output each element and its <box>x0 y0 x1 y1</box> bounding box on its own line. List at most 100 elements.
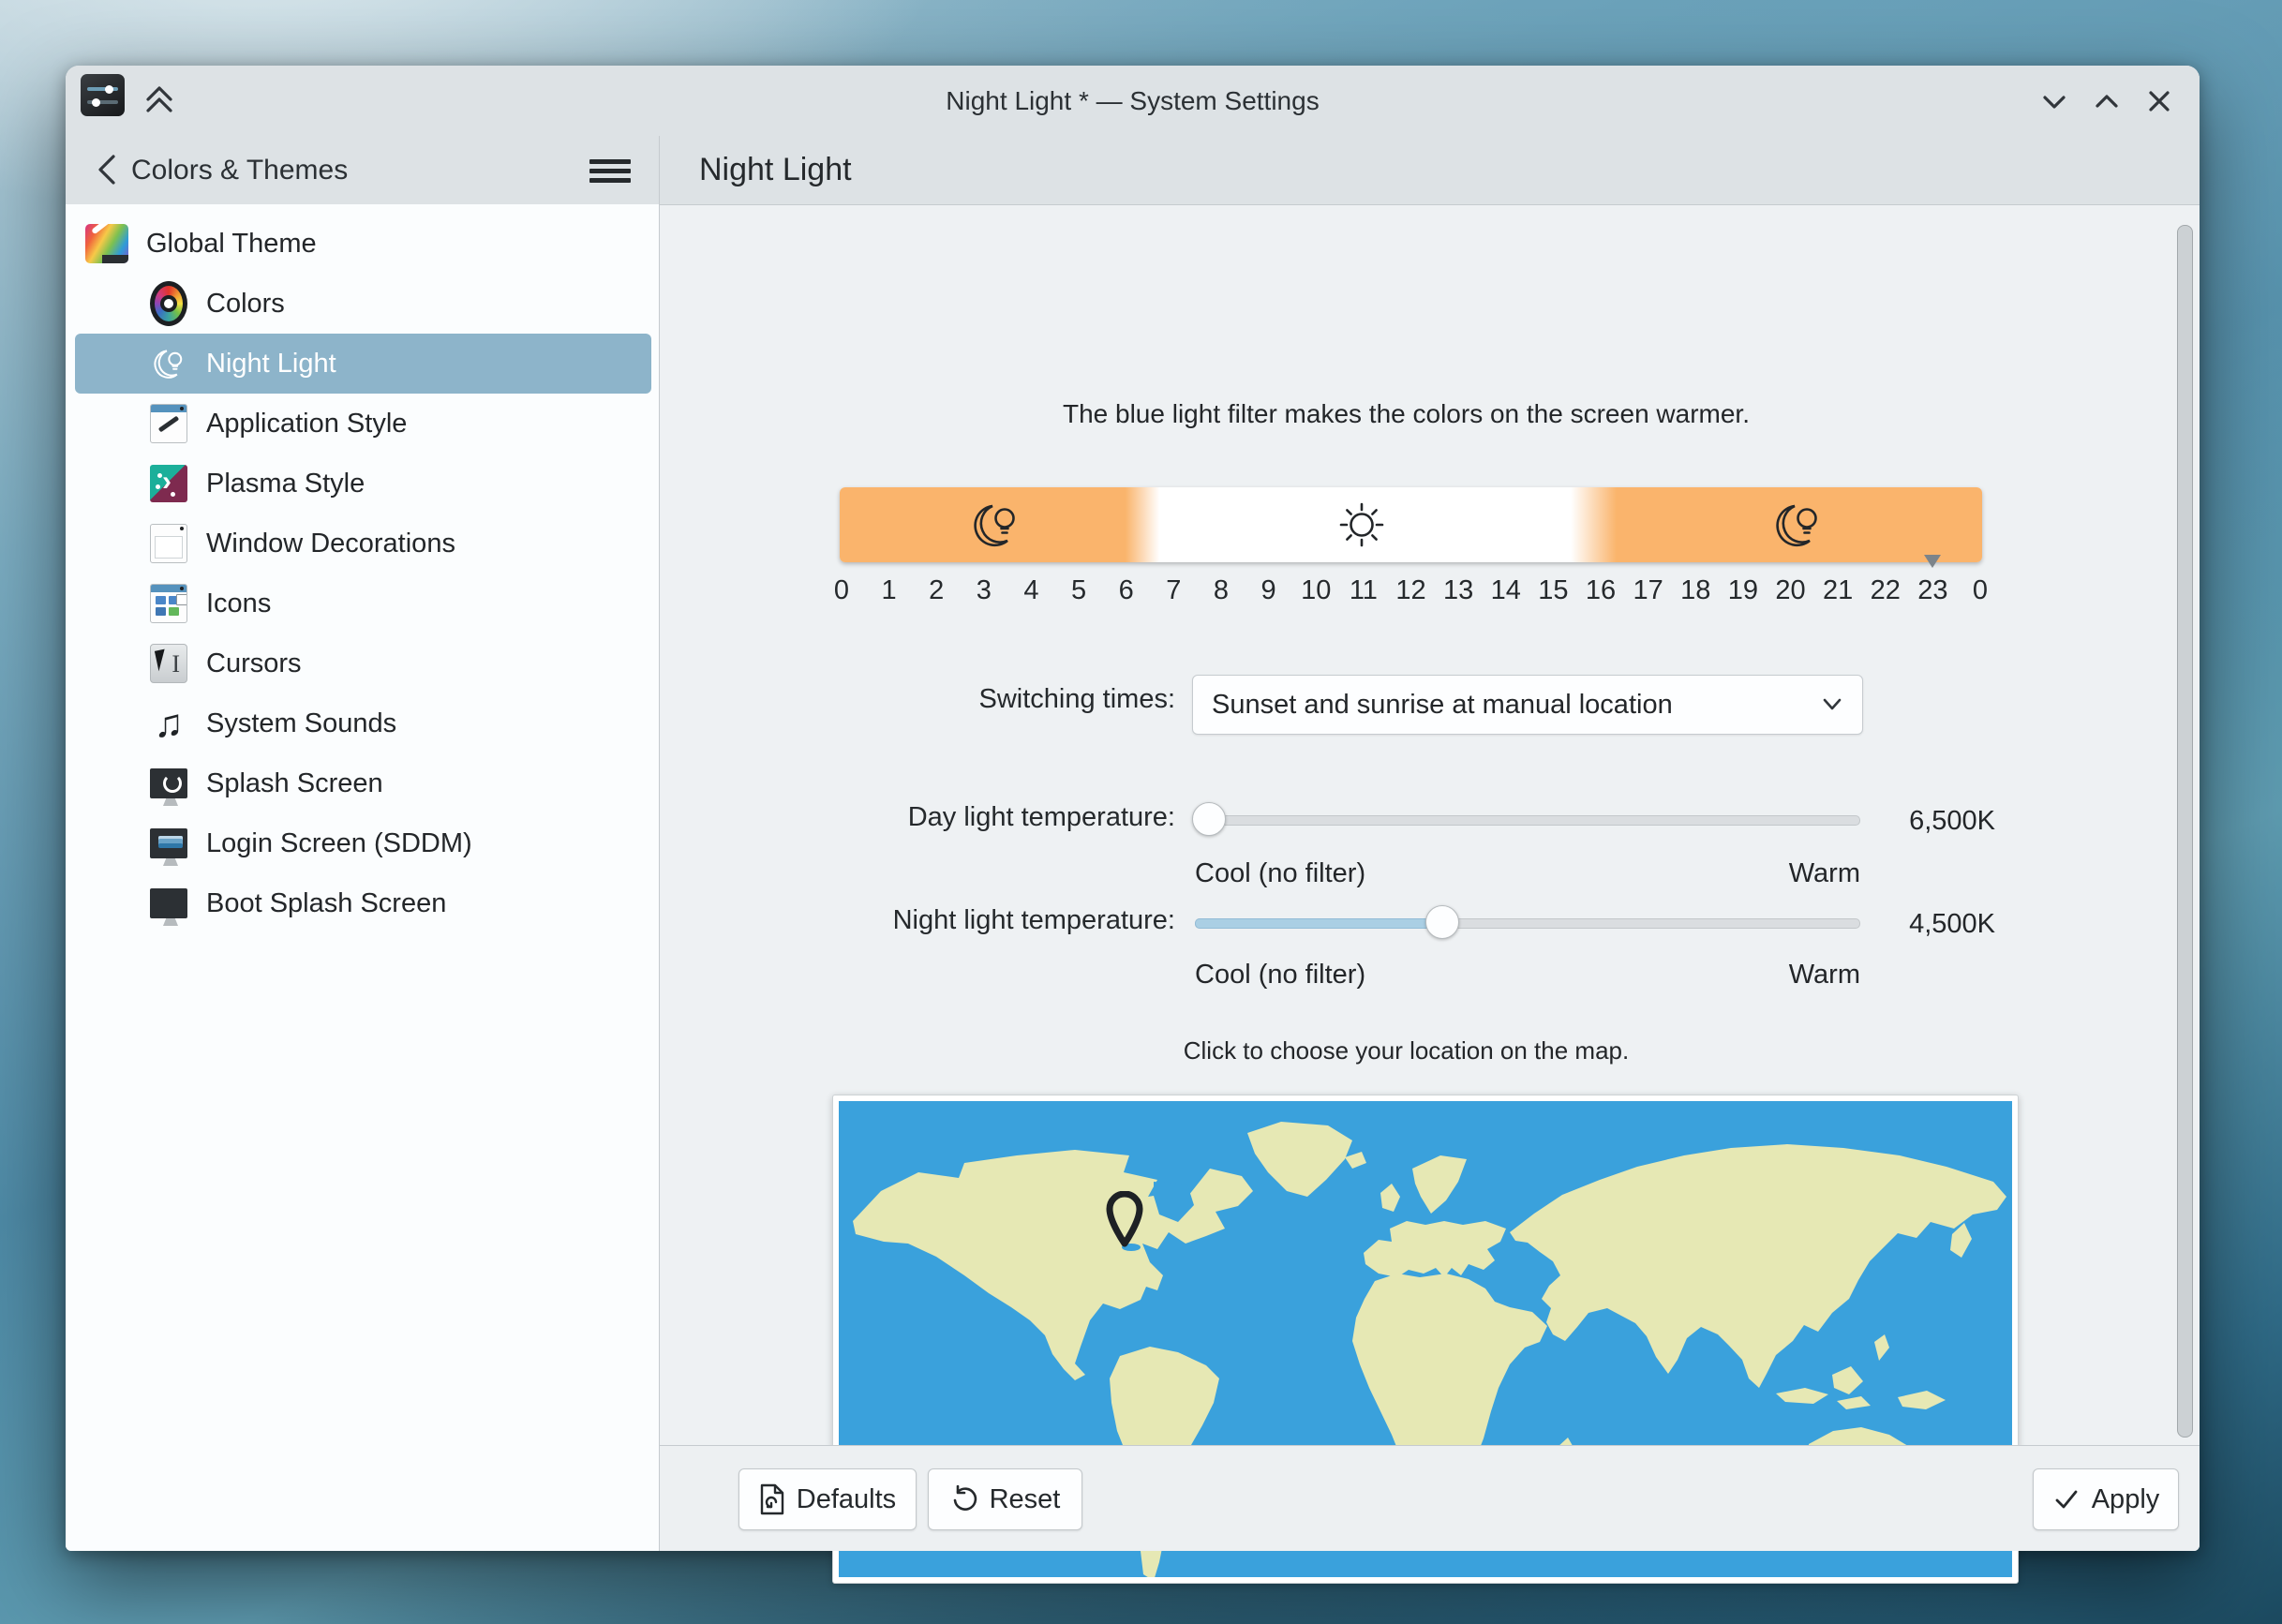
hour-scale: 0 1 2 3 4 5 6 7 8 9 10 11 12 13 14 15 16 17 18 19 20 21 22 23 0 <box>821 575 2001 606</box>
hour-label: 21 <box>1822 575 1854 605</box>
window-title: Night Light * — System Settings <box>946 86 1320 115</box>
sidebar-item-login-screen-sddm-[interactable]: Login Screen (SDDM) <box>75 813 651 873</box>
sidebar-item-label: Application Style <box>206 408 408 439</box>
application-style-icon <box>150 404 187 443</box>
night-light-icon <box>974 504 1015 547</box>
hour-label: 8 <box>1213 575 1230 605</box>
hour-label: 23 <box>1917 575 1948 605</box>
night-light-page: The blue light filter makes the colors o… <box>660 204 2200 1584</box>
hour-label: 12 <box>1395 575 1426 605</box>
night-temp-label: Night light temperature: <box>892 905 1175 935</box>
maximize-button[interactable] <box>2091 85 2123 117</box>
boot-splash-icon <box>150 885 187 922</box>
reset-label: Reset <box>989 1483 1061 1514</box>
login-screen-icon <box>150 825 187 862</box>
slider-fill <box>1195 918 1442 929</box>
cool-label: Cool (no filter) <box>1195 960 1366 990</box>
current-time-marker <box>1924 555 1941 568</box>
sidebar: Global Theme Colors Night Light Application… <box>66 204 660 1551</box>
document-revert-icon <box>760 1483 783 1515</box>
night-temp-range-labels: Cool (no filter) Warm <box>1195 960 1860 991</box>
sidebar-item-label: Login Screen (SDDM) <box>206 827 472 858</box>
switching-times-select[interactable]: Sunset and sunrise at manual location <box>1192 675 1863 735</box>
hour-label: 7 <box>1166 575 1182 605</box>
hour-label: 1 <box>881 575 897 605</box>
intro-text: The blue light filter makes the colors o… <box>1062 399 1750 428</box>
hour-label: 20 <box>1775 575 1806 605</box>
sidebar-item-colors[interactable]: Colors <box>75 274 651 334</box>
vertical-scrollbar[interactable] <box>2177 225 2193 1438</box>
switching-times-value: Sunset and sunrise at manual location <box>1212 690 1673 720</box>
sidebar-item-splash-screen[interactable]: Splash Screen <box>75 753 651 813</box>
hour-label: 22 <box>1870 575 1901 605</box>
map-caption: Click to choose your location on the map… <box>1183 1036 1630 1065</box>
slider-track[interactable] <box>1195 815 1860 826</box>
splash-screen-icon <box>150 765 187 802</box>
sidebar-header-title: Colors & Themes <box>131 155 349 186</box>
sidebar-item-icons[interactable]: Icons <box>75 574 651 633</box>
colors-icon <box>150 281 187 326</box>
sidebar-item-system-sounds[interactable]: ♫ System Sounds <box>75 693 651 753</box>
hour-label: 13 <box>1442 575 1474 605</box>
sidebar-header: Colors & Themes <box>66 136 660 204</box>
switching-times-label: Switching times: <box>978 684 1175 714</box>
day-temp-value: 6,500K <box>1909 806 1995 836</box>
check-icon <box>2055 1490 2078 1509</box>
sidebar-item-label: Plasma Style <box>206 468 365 499</box>
night-light-timeline[interactable] <box>840 487 1982 562</box>
footer-bar: Defaults Reset Apply <box>660 1445 2200 1551</box>
day-temp-range-labels: Cool (no filter) Warm <box>1195 858 1860 889</box>
hour-label: 10 <box>1301 575 1332 605</box>
sidebar-item-boot-splash-screen[interactable]: Boot Splash Screen <box>75 873 651 933</box>
plasma-style-icon <box>150 465 187 502</box>
hour-label: 0 <box>833 575 850 605</box>
reset-button[interactable]: Reset <box>928 1468 1082 1530</box>
day-temp-slider[interactable] <box>1192 802 1860 836</box>
sidebar-item-label: Boot Splash Screen <box>206 887 447 918</box>
undo-icon <box>953 1485 977 1511</box>
defaults-button[interactable]: Defaults <box>738 1468 917 1530</box>
minimize-button[interactable] <box>2038 85 2070 117</box>
titlebar[interactable]: Night Light * — System Settings <box>66 66 2200 137</box>
sidebar-item-label: Window Decorations <box>206 528 455 559</box>
hour-label: 9 <box>1260 575 1276 605</box>
hour-label: 18 <box>1680 575 1711 605</box>
back-button[interactable] <box>86 149 127 190</box>
sidebar-item-cursors[interactable]: I Cursors <box>75 633 651 693</box>
cursors-icon: I <box>150 644 187 683</box>
sidebar-item-application-style[interactable]: Application Style <box>75 394 651 454</box>
icons-icon <box>150 584 187 623</box>
sidebar-item-night-light[interactable]: Night Light <box>75 334 651 394</box>
night-light-icon <box>150 345 187 382</box>
global-theme-icon <box>84 221 129 266</box>
system-settings-window: Night Light * — System Settings Colors &… <box>66 66 2200 1584</box>
hour-label: 19 <box>1727 575 1758 605</box>
sidebar-item-label: System Sounds <box>206 708 397 738</box>
sidebar-item-label: Night Light <box>206 348 336 379</box>
sidebar-item-plasma-style[interactable]: Plasma Style <box>75 454 651 514</box>
chevron-down-icon <box>1823 698 1842 710</box>
apply-button[interactable]: Apply <box>2033 1468 2179 1530</box>
hour-label: 0 <box>1972 575 1989 605</box>
hour-label: 3 <box>976 575 992 605</box>
night-temp-slider[interactable] <box>1195 905 1860 939</box>
hour-label: 6 <box>1118 575 1134 605</box>
page-title: Night Light <box>699 152 852 187</box>
sidebar-item-label: Cursors <box>206 648 302 678</box>
sidebar-item-global-theme[interactable]: Global Theme <box>75 214 651 274</box>
close-button[interactable] <box>2143 85 2175 117</box>
location-pin-icon[interactable] <box>1106 1191 1143 1249</box>
hour-label: 14 <box>1490 575 1521 605</box>
hour-label: 16 <box>1585 575 1617 605</box>
hour-label: 5 <box>1071 575 1087 605</box>
night-light-icon <box>1776 504 1817 547</box>
system-sounds-icon: ♫ <box>154 701 184 745</box>
header-band: Colors & Themes Night Light <box>66 136 2200 205</box>
hour-label: 2 <box>929 575 945 605</box>
slider-handle[interactable] <box>1424 905 1459 939</box>
sun-icon <box>1339 502 1384 547</box>
slider-handle[interactable] <box>1192 802 1227 836</box>
day-temp-label: Day light temperature: <box>907 802 1175 832</box>
menu-icon[interactable] <box>589 155 631 186</box>
sidebar-item-window-decorations[interactable]: Window Decorations <box>75 514 651 574</box>
